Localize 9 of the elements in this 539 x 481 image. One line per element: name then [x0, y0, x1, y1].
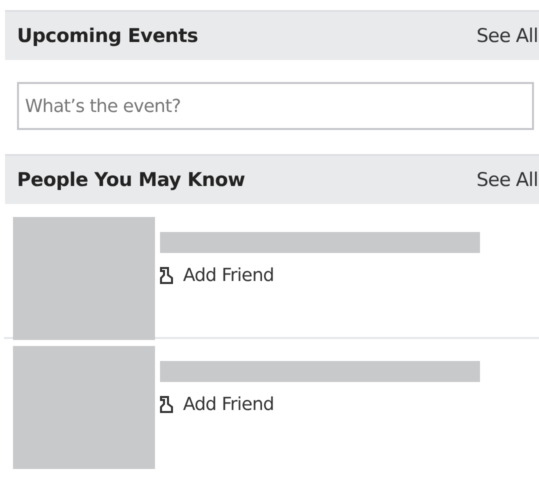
see-all-link[interactable]: See All	[476, 25, 538, 47]
add-friend-link[interactable]: Add Friend	[183, 265, 274, 286]
event-input-field[interactable]: What’s the event?	[17, 82, 534, 130]
see-all-link[interactable]: See All	[476, 169, 538, 191]
add-friend-link[interactable]: Add Friend	[183, 394, 274, 415]
section-title: Upcoming Events	[17, 25, 198, 47]
person-icon	[158, 266, 175, 286]
section-title: People You May Know	[17, 169, 245, 191]
person-icon	[158, 394, 175, 414]
